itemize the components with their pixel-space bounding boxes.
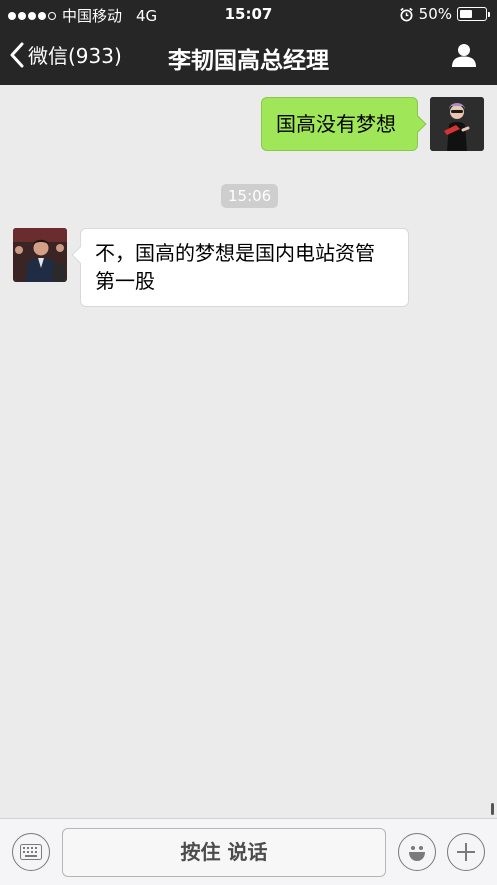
emoji-button[interactable]: [398, 833, 436, 871]
hold-to-talk-button[interactable]: 按住 说话: [62, 828, 386, 877]
nav-bar: 微信(933) 李韧国高总经理: [0, 28, 497, 85]
keyboard-icon: [20, 844, 42, 860]
input-bar: 按住 说话: [0, 818, 497, 885]
message-bubble-sent[interactable]: 国高没有梦想: [261, 97, 427, 151]
status-bar: 中国移动 4G 15:07 50%: [0, 0, 497, 28]
status-right: 50%: [399, 5, 490, 23]
person-icon: [452, 44, 476, 67]
more-functions-button[interactable]: [447, 833, 485, 871]
chat-history[interactable]: 国高没有梦想 15:06 不，国高的梦想是国内电站资管 第一股: [0, 85, 497, 818]
contact-avatar[interactable]: [13, 228, 67, 282]
smiley-icon: [409, 846, 425, 861]
battery-percent: 50%: [418, 5, 452, 23]
chat-title: 李韧国高总经理: [168, 48, 329, 74]
message-text: 国高没有梦想: [276, 112, 396, 136]
plus-icon: [457, 843, 475, 861]
message-bubble-received[interactable]: 不，国高的梦想是国内电站资管 第一股: [71, 228, 409, 307]
keyboard-toggle-button[interactable]: [12, 833, 50, 871]
chat-info-button[interactable]: [451, 42, 477, 72]
alarm-icon: [400, 7, 413, 21]
scrollbar[interactable]: [491, 803, 494, 815]
message-text-line-1: 不，国高的梦想是国内电站资管: [95, 241, 375, 265]
message-text-line-2: 第一股: [95, 269, 155, 293]
battery-icon: [457, 7, 490, 21]
battery-level: [460, 10, 472, 18]
message-timestamp: 15:06: [221, 184, 279, 208]
my-avatar[interactable]: [430, 97, 484, 151]
